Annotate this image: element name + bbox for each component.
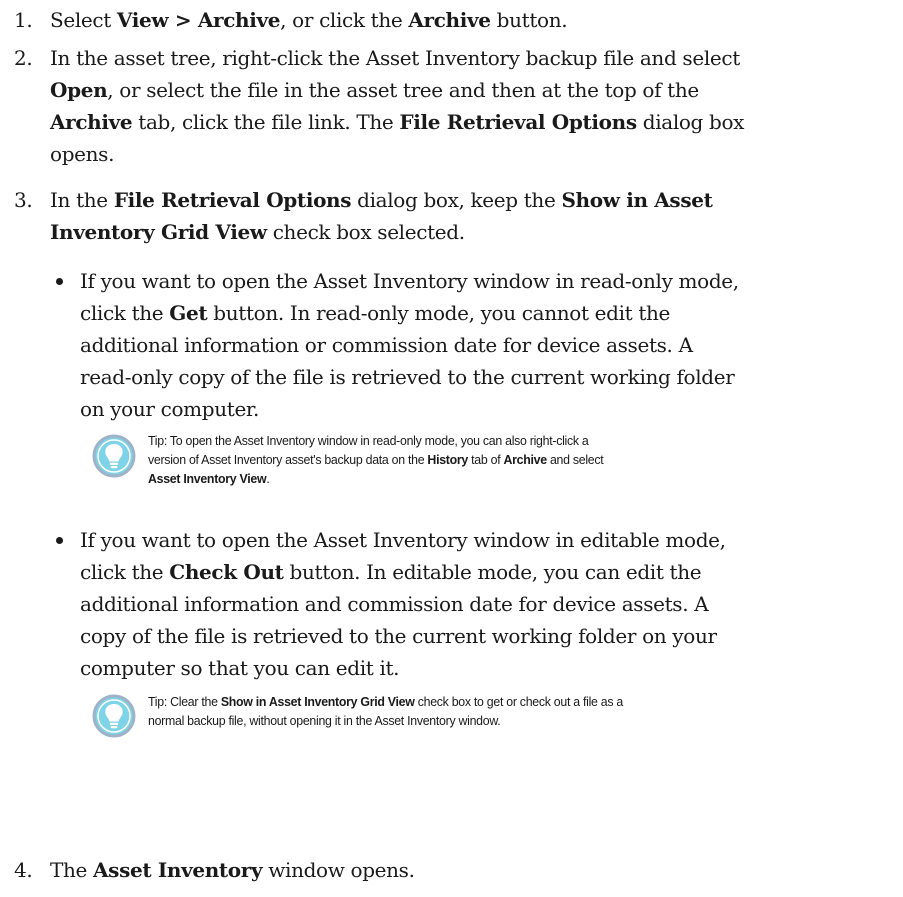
step-number: 2.: [14, 46, 33, 70]
line: normal backup file, without opening it i…: [148, 711, 880, 730]
line: If you want to open the Asset Inventory …: [80, 265, 890, 297]
checkbox-name: Inventory Grid View: [50, 220, 267, 244]
text: , or select the file in the asset tree a…: [107, 78, 699, 102]
line: version of Asset Inventory asset's backu…: [148, 450, 880, 469]
text: window opens.: [262, 858, 415, 882]
text: additional information and commission da…: [80, 592, 709, 616]
tab-name: Archive: [503, 452, 547, 467]
text: click the: [80, 301, 170, 325]
text: Tip: To open the Asset Inventory window …: [148, 433, 589, 448]
line: Open, or select the file in the asset tr…: [50, 74, 890, 106]
line: Asset Inventory View.: [148, 469, 880, 488]
lightbulb-icon: [92, 694, 136, 738]
line: In the asset tree, right-click the Asset…: [50, 42, 890, 74]
step-number: 3.: [14, 188, 33, 212]
bullet-dot: [56, 537, 63, 544]
checkbox-name: Show in Asset Inventory Grid View: [220, 694, 415, 709]
line: Tip: Clear the Show in Asset Inventory G…: [148, 692, 880, 711]
button-name: Get: [169, 301, 208, 325]
menu-item: Asset Inventory View: [148, 471, 267, 486]
text: copy of the file is retrieved to the cur…: [80, 624, 717, 648]
text: button. In editable mode, you can edit t…: [283, 560, 702, 584]
button-name: Check Out: [169, 560, 284, 584]
line: Archive tab, click the file link. The Fi…: [50, 106, 890, 138]
bullet-dot: [56, 278, 63, 285]
text: tab, click the file link. The: [132, 110, 400, 134]
text: In the asset tree, right-click the Asset…: [50, 46, 740, 70]
text: button.: [490, 8, 568, 32]
step-number: 1.: [14, 8, 33, 32]
text: on your computer.: [80, 397, 259, 421]
bullet-text: If you want to open the Asset Inventory …: [80, 265, 890, 425]
bullet-text: If you want to open the Asset Inventory …: [80, 524, 890, 684]
text: computer so that you can edit it.: [80, 656, 400, 680]
dialog-name: File Retrieval Options: [399, 110, 637, 134]
button-name: Archive: [408, 8, 491, 32]
text: .: [266, 471, 270, 486]
text: opens.: [50, 142, 115, 166]
text: dialog box, keep the: [351, 188, 562, 212]
text: If you want to open the Asset Inventory …: [80, 528, 726, 552]
step-text: Select View > Archive, or click the Arch…: [50, 4, 890, 36]
line: click the Check Out button. In editable …: [80, 556, 890, 588]
tab-name: History: [427, 452, 469, 467]
step-text: In the asset tree, right-click the Asset…: [50, 42, 890, 170]
text: dialog box: [636, 110, 745, 134]
menu-path: View > Archive: [116, 8, 281, 32]
line: copy of the file is retrieved to the cur…: [80, 620, 890, 652]
tip-text: Tip: Clear the Show in Asset Inventory G…: [148, 692, 880, 730]
text: , or click the: [280, 8, 409, 32]
text: In the: [50, 188, 114, 212]
lightbulb-icon: [92, 434, 136, 478]
window-name: Asset Inventory: [93, 858, 263, 882]
line: Tip: To open the Asset Inventory window …: [148, 431, 880, 450]
line: Inventory Grid View check box selected.: [50, 216, 890, 248]
text: read-only copy of the file is retrieved …: [80, 365, 735, 389]
menu-item: Open: [50, 78, 108, 102]
line: click the Get button. In read-only mode,…: [80, 297, 890, 329]
tab-name: Archive: [50, 110, 133, 134]
checkbox-name: Show in Asset: [561, 188, 713, 212]
step-text: In the File Retrieval Options dialog box…: [50, 184, 890, 248]
line: If you want to open the Asset Inventory …: [80, 524, 890, 556]
text: check box selected.: [266, 220, 465, 244]
text: check box to get or check out a file as …: [414, 694, 624, 709]
document-page: 1. Select View > Archive, or click the A…: [0, 0, 903, 897]
line: opens.: [50, 138, 890, 170]
text: and select: [546, 452, 604, 467]
text: button. In read-only mode, you cannot ed…: [207, 301, 671, 325]
line: computer so that you can edit it.: [80, 652, 890, 684]
dialog-name: File Retrieval Options: [113, 188, 352, 212]
text: normal backup file, without opening it i…: [148, 713, 501, 728]
text: additional information or commission dat…: [80, 333, 693, 357]
text: version of Asset Inventory asset's backu…: [148, 452, 428, 467]
text: tab of: [468, 452, 504, 467]
line: read-only copy of the file is retrieved …: [80, 361, 890, 393]
text: click the: [80, 560, 170, 584]
line: In the File Retrieval Options dialog box…: [50, 184, 890, 216]
step-text: The Asset Inventory window opens.: [50, 854, 890, 886]
text: The: [50, 858, 94, 882]
tip-text: Tip: To open the Asset Inventory window …: [148, 431, 880, 488]
line: on your computer.: [80, 393, 890, 425]
text: Tip: Clear the: [148, 694, 221, 709]
step-number: 4.: [14, 858, 33, 882]
text: If you want to open the Asset Inventory …: [80, 269, 739, 293]
line: additional information or commission dat…: [80, 329, 890, 361]
text: Select: [50, 8, 117, 32]
line: additional information and commission da…: [80, 588, 890, 620]
